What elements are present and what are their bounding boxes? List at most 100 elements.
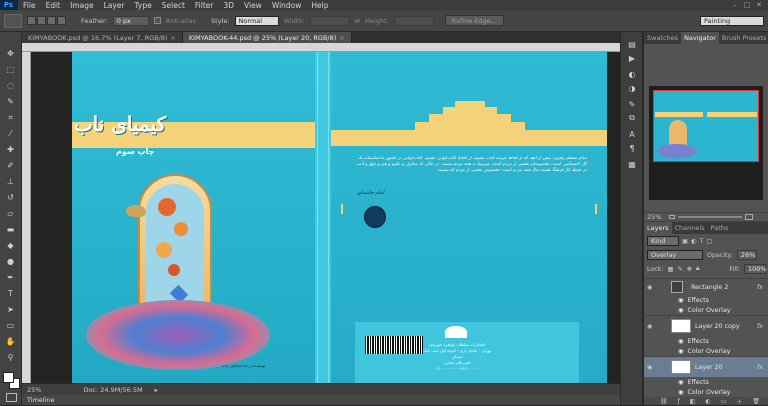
menu-file[interactable]: File [18,1,41,10]
tab-paths[interactable]: Paths [708,222,732,234]
effects-row[interactable]: ◉ Effects [644,336,768,346]
tab-swatches[interactable]: Swatches [644,32,681,44]
filter-pixel-icon[interactable]: ▣ [682,238,688,245]
add-mask-icon[interactable]: ◧ [690,398,696,405]
history-icon[interactable]: ▤ [625,38,639,50]
feather-input[interactable]: 0 px [112,15,149,26]
color-icon[interactable]: ◐ [625,68,639,80]
color-overlay-row[interactable]: ◉ Color Overlay [644,346,768,356]
menu-filter[interactable]: Filter [190,1,219,10]
character-icon[interactable]: A [625,128,639,140]
fx-icon[interactable]: fx [757,323,763,330]
add-style-icon[interactable]: ƒ [678,398,680,405]
styles-icon[interactable]: ▦ [625,158,639,170]
menu-3d[interactable]: 3D [218,1,239,10]
close-tab-icon[interactable]: × [339,34,344,42]
lock-transparent-icon[interactable]: ▦ [667,266,673,273]
menu-view[interactable]: View [239,1,267,10]
zoom-tool-icon[interactable]: ⚲ [3,350,18,365]
style-select[interactable]: Normal [234,15,279,26]
brush-tool-icon[interactable]: ✐ [3,158,18,173]
quick-mask-icon[interactable] [6,393,17,402]
menu-layer[interactable]: Layer [99,1,130,10]
stamp-tool-icon[interactable]: ⊥ [3,174,18,189]
menu-window[interactable]: Window [267,1,307,10]
hand-tool-icon[interactable]: ✋ [3,334,18,349]
filter-type-icon[interactable]: T [699,238,703,245]
status-menu-arrow[interactable]: ▸ [155,386,158,394]
effects-row[interactable]: ◉ Effects [644,295,768,305]
tab-kimyabook[interactable]: KIMYABOOK.psd @ 16.7% (Layer 7, RGB/8) × [22,32,183,43]
gradient-tool-icon[interactable]: ▬ [3,222,18,237]
vertical-ruler[interactable] [22,52,31,383]
lock-brush-icon[interactable]: ✎ [677,266,682,273]
height-input[interactable] [393,15,434,26]
menu-select[interactable]: Select [157,1,190,10]
shape-tool-icon[interactable]: ▭ [3,318,18,333]
layer-row-rectangle-2[interactable]: ◉ Rectangle 2 fx [644,278,768,295]
fx-icon[interactable]: fx [757,284,763,291]
tab-brush-presets[interactable]: Brush Presets [719,32,768,44]
width-input[interactable] [309,15,350,26]
timeline-label[interactable]: Timeline [27,396,55,404]
maximize-button[interactable]: □ [742,1,752,9]
brush-icon[interactable]: ✎ [625,98,639,110]
fx-icon[interactable]: fx [757,364,763,371]
actions-icon[interactable]: ▶ [625,52,639,64]
effects-row[interactable]: ◉ Effects [644,377,768,387]
kind-filter-select[interactable]: Kind [647,236,679,246]
add-selection-icon[interactable] [37,16,46,25]
menu-type[interactable]: Type [130,1,157,10]
effect-visibility-icon[interactable]: ◉ [678,307,684,314]
opacity-input[interactable]: 26% [736,250,757,260]
visibility-icon[interactable]: ◉ [647,323,655,330]
blend-mode-select[interactable]: Overlay [647,250,703,260]
delete-layer-icon[interactable]: 🗑︎ [752,398,760,405]
history-brush-tool-icon[interactable]: ↺ [3,190,18,205]
crop-tool-icon[interactable]: ⌗ [3,110,18,125]
refine-edge-button[interactable]: Refine Edge... [444,15,504,26]
new-layer-icon[interactable]: ＋ [736,397,742,406]
workspace-select[interactable]: Painting [700,15,764,26]
marquee-preset-icon[interactable] [4,13,22,28]
menu-help[interactable]: Help [306,1,333,10]
blur-tool-icon[interactable]: ◆ [3,238,18,253]
tab-navigator[interactable]: Navigator [681,32,719,44]
new-selection-icon[interactable] [27,16,36,25]
menu-image[interactable]: Image [65,1,99,10]
canvas-area[interactable]: کیمیای ناب چاپ سوم نویسنده: رضا صادقی زا… [31,52,620,383]
link-layers-icon[interactable]: ⛓︎ [660,398,668,405]
pen-tool-icon[interactable]: ✒ [3,270,18,285]
navigator-zoom-value[interactable]: 25% [647,213,661,221]
fill-input[interactable]: 100% [744,264,767,274]
zoom-slider[interactable] [678,216,743,218]
tab-layers[interactable]: Layers [644,222,672,234]
book-cover-document[interactable]: کیمیای ناب چاپ سوم نویسنده: رضا صادقی زا… [72,52,607,383]
move-tool-icon[interactable]: ✥ [3,46,18,61]
minimize-button[interactable]: – [730,1,740,9]
effect-visibility-icon[interactable]: ◉ [678,389,684,396]
menu-edit[interactable]: Edit [41,1,66,10]
adjustments-icon[interactable]: ◑ [625,82,639,94]
lock-all-icon[interactable]: 🔒︎ [696,265,699,273]
path-select-tool-icon[interactable]: ➤ [3,302,18,317]
new-group-icon[interactable]: ▭ [721,398,727,405]
type-tool-icon[interactable]: T [3,286,18,301]
layer-row-layer-20-selected[interactable]: ◉ Layer 20 fx [644,356,768,377]
new-adjustment-icon[interactable]: ◐ [705,398,710,405]
dodge-tool-icon[interactable]: ● [3,254,18,269]
filter-shape-icon[interactable]: ▢ [706,238,712,245]
tab-channels[interactable]: Channels [672,222,708,234]
intersect-selection-icon[interactable] [57,16,66,25]
visibility-icon[interactable]: ◉ [647,364,655,371]
zoom-out-icon[interactable] [669,215,676,219]
color-overlay-row[interactable]: ◉ Color Overlay [644,305,768,315]
subtract-selection-icon[interactable] [47,16,56,25]
zoom-in-icon[interactable] [745,214,754,220]
visibility-icon[interactable]: ◉ [647,284,655,291]
lock-move-icon[interactable]: ✥ [687,266,692,273]
lasso-tool-icon[interactable]: ◌ [3,78,18,93]
foreground-color-swatch[interactable] [3,372,14,383]
eyedropper-tool-icon[interactable]: ⁄ [3,126,18,141]
marquee-tool-icon[interactable]: ⬚ [3,62,18,77]
